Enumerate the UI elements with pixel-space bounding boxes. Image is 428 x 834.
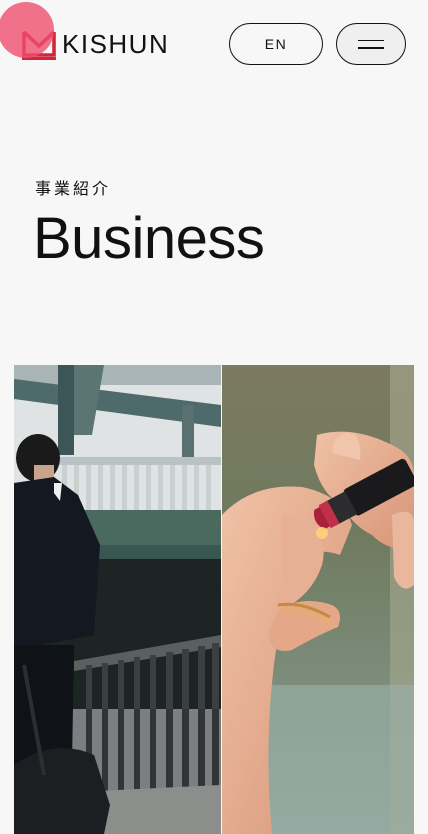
section-eyebrow: 事業紹介 [35, 179, 112, 198]
language-switch-button[interactable]: EN [229, 23, 323, 65]
business-photo-lipstick-hands [222, 365, 414, 834]
business-photo-bridge-walker [14, 365, 221, 834]
site-header: KISHUN EN [0, 0, 428, 90]
hamburger-menu-icon [358, 39, 384, 49]
brand-name: KISHUN [62, 29, 170, 59]
business-images [14, 365, 414, 834]
menu-button[interactable] [336, 23, 406, 65]
touch-indicator [0, 2, 54, 58]
page-title: Business [33, 206, 265, 271]
